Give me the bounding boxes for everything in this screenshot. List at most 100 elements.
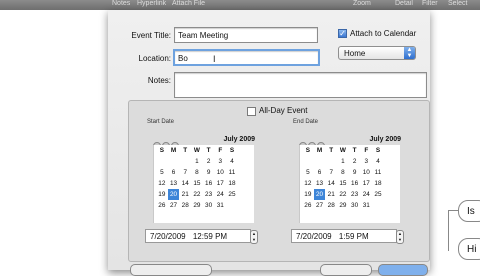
day-cell[interactable]: 26 [156, 200, 168, 211]
day-cell[interactable]: 3 [360, 156, 372, 167]
day-cell[interactable]: 10 [360, 167, 372, 178]
start-datetime-field[interactable]: 7/20/2009 12:59 PM ▲ ▼ [145, 229, 258, 244]
day-cell[interactable]: 26 [302, 200, 314, 211]
mindmap-node-2[interactable]: Hi [458, 238, 480, 260]
day-cell[interactable]: 30 [203, 200, 215, 211]
start-time-value[interactable]: 12:59 PM [193, 232, 227, 241]
day-cell[interactable]: 28 [179, 200, 191, 211]
start-month-title: July 2009 [223, 136, 255, 143]
day-cell[interactable]: 4 [372, 156, 384, 167]
day-cell[interactable]: 21 [179, 189, 191, 200]
day-cell[interactable]: 28 [325, 200, 337, 211]
day-cell[interactable]: 1 [191, 156, 203, 167]
day-cell[interactable]: 31 [360, 200, 372, 211]
end-date-caption: End Date [293, 119, 319, 125]
day-cell[interactable]: 4 [226, 156, 238, 167]
day-cell[interactable]: 11 [226, 167, 238, 178]
day-cell[interactable]: 21 [325, 189, 337, 200]
day-cell[interactable]: 14 [179, 178, 191, 189]
day-cell[interactable]: 16 [349, 178, 361, 189]
day-cell[interactable]: 19 [302, 189, 314, 200]
day-cell[interactable]: 20 [167, 189, 180, 200]
day-cell[interactable]: 8 [337, 167, 349, 178]
day-cell[interactable]: 12 [302, 178, 314, 189]
day-cell[interactable]: 9 [203, 167, 215, 178]
start-day-grid: S M T W T F S 1 2 3 4 5 6 7 8 9 10 11 12 13 14 15 16 17 18 19 20 21… [156, 145, 238, 211]
toolbar-notes[interactable]: Notes [112, 0, 130, 8]
day-cell[interactable]: 13 [314, 178, 326, 189]
day-cell[interactable]: 24 [360, 189, 372, 200]
day-cell[interactable]: 27 [314, 200, 326, 211]
day-cell[interactable]: 22 [191, 189, 203, 200]
start-time-stepper[interactable]: ▲ ▼ [250, 230, 258, 244]
day-cell[interactable]: 1 [337, 156, 349, 167]
end-datetime-field[interactable]: 7/20/2009 1:59 PM ▲ ▼ [291, 229, 404, 244]
day-cell[interactable]: 5 [302, 167, 314, 178]
event-title-field[interactable]: Team Meeting [174, 27, 318, 43]
day-cell[interactable]: 16 [203, 178, 215, 189]
day-cell[interactable]: 6 [168, 167, 180, 178]
location-label: Location: [138, 54, 171, 63]
ok-button[interactable] [378, 264, 428, 276]
toolbar-select[interactable]: Select [448, 0, 467, 8]
toolbar-attach-file[interactable]: Attach File [172, 0, 205, 8]
location-field[interactable]: Bo [173, 49, 320, 66]
day-cell[interactable]: 22 [337, 189, 349, 200]
day-cell[interactable]: 3 [214, 156, 226, 167]
sheet-left-button[interactable] [130, 264, 212, 276]
toolbar-filter[interactable]: Filter [422, 0, 438, 8]
day-cell[interactable]: 20 [313, 189, 326, 200]
cancel-button[interactable] [320, 264, 372, 276]
weekday-label: M [316, 147, 323, 154]
weekday-label: F [364, 147, 369, 154]
day-cell[interactable]: 29 [191, 200, 203, 211]
day-cell[interactable]: 6 [314, 167, 326, 178]
day-cell[interactable]: 14 [325, 178, 337, 189]
day-cell[interactable]: 25 [372, 189, 384, 200]
start-week-row: 1234 [156, 156, 238, 167]
day-cell[interactable]: 27 [168, 200, 180, 211]
day-cell[interactable]: 17 [360, 178, 372, 189]
day-cell[interactable]: 2 [203, 156, 215, 167]
calendar-select-value: Home [344, 49, 366, 58]
day-cell[interactable]: 15 [337, 178, 349, 189]
attach-calendar-checkbox[interactable]: ✓ [338, 29, 347, 38]
mindmap-node-1[interactable]: Is [458, 200, 480, 222]
toolbar-hyperlink[interactable]: Hyperlink [137, 0, 166, 8]
toolbar-detail[interactable]: Detail [395, 0, 413, 8]
day-cell[interactable]: 10 [214, 167, 226, 178]
day-cell[interactable]: 24 [214, 189, 226, 200]
event-title-label: Event Title: [131, 31, 171, 40]
day-cell [314, 156, 326, 167]
day-cell[interactable]: 18 [226, 178, 238, 189]
end-time-value[interactable]: 1:59 PM [339, 232, 369, 241]
day-cell[interactable]: 23 [203, 189, 215, 200]
all-day-checkbox[interactable] [247, 107, 256, 116]
day-cell[interactable]: 19 [156, 189, 168, 200]
day-cell[interactable]: 2 [349, 156, 361, 167]
day-cell[interactable]: 17 [214, 178, 226, 189]
day-cell[interactable]: 11 [372, 167, 384, 178]
day-cell[interactable]: 30 [349, 200, 361, 211]
start-date-caption: Start Date [147, 119, 175, 125]
day-cell[interactable]: 7 [179, 167, 191, 178]
calendar-select[interactable]: Home ▲ ▼ [338, 46, 416, 60]
day-cell[interactable]: 8 [191, 167, 203, 178]
day-cell[interactable]: 7 [325, 167, 337, 178]
day-cell[interactable]: 9 [349, 167, 361, 178]
notes-field[interactable] [174, 72, 427, 98]
day-cell[interactable]: 31 [214, 200, 226, 211]
end-time-stepper[interactable]: ▲ ▼ [396, 230, 404, 244]
end-date-value[interactable]: 7/20/2009 [296, 232, 332, 241]
toolbar-zoom[interactable]: Zoom [353, 0, 371, 8]
start-date-value[interactable]: 7/20/2009 [150, 232, 186, 241]
day-cell[interactable]: 29 [337, 200, 349, 211]
day-cell[interactable]: 18 [372, 178, 384, 189]
day-cell[interactable]: 5 [156, 167, 168, 178]
day-cell[interactable]: 13 [168, 178, 180, 189]
day-cell[interactable]: 23 [349, 189, 361, 200]
day-cell[interactable]: 25 [226, 189, 238, 200]
day-cell[interactable]: 12 [156, 178, 168, 189]
weekday-label: F [218, 147, 223, 154]
day-cell[interactable]: 15 [191, 178, 203, 189]
